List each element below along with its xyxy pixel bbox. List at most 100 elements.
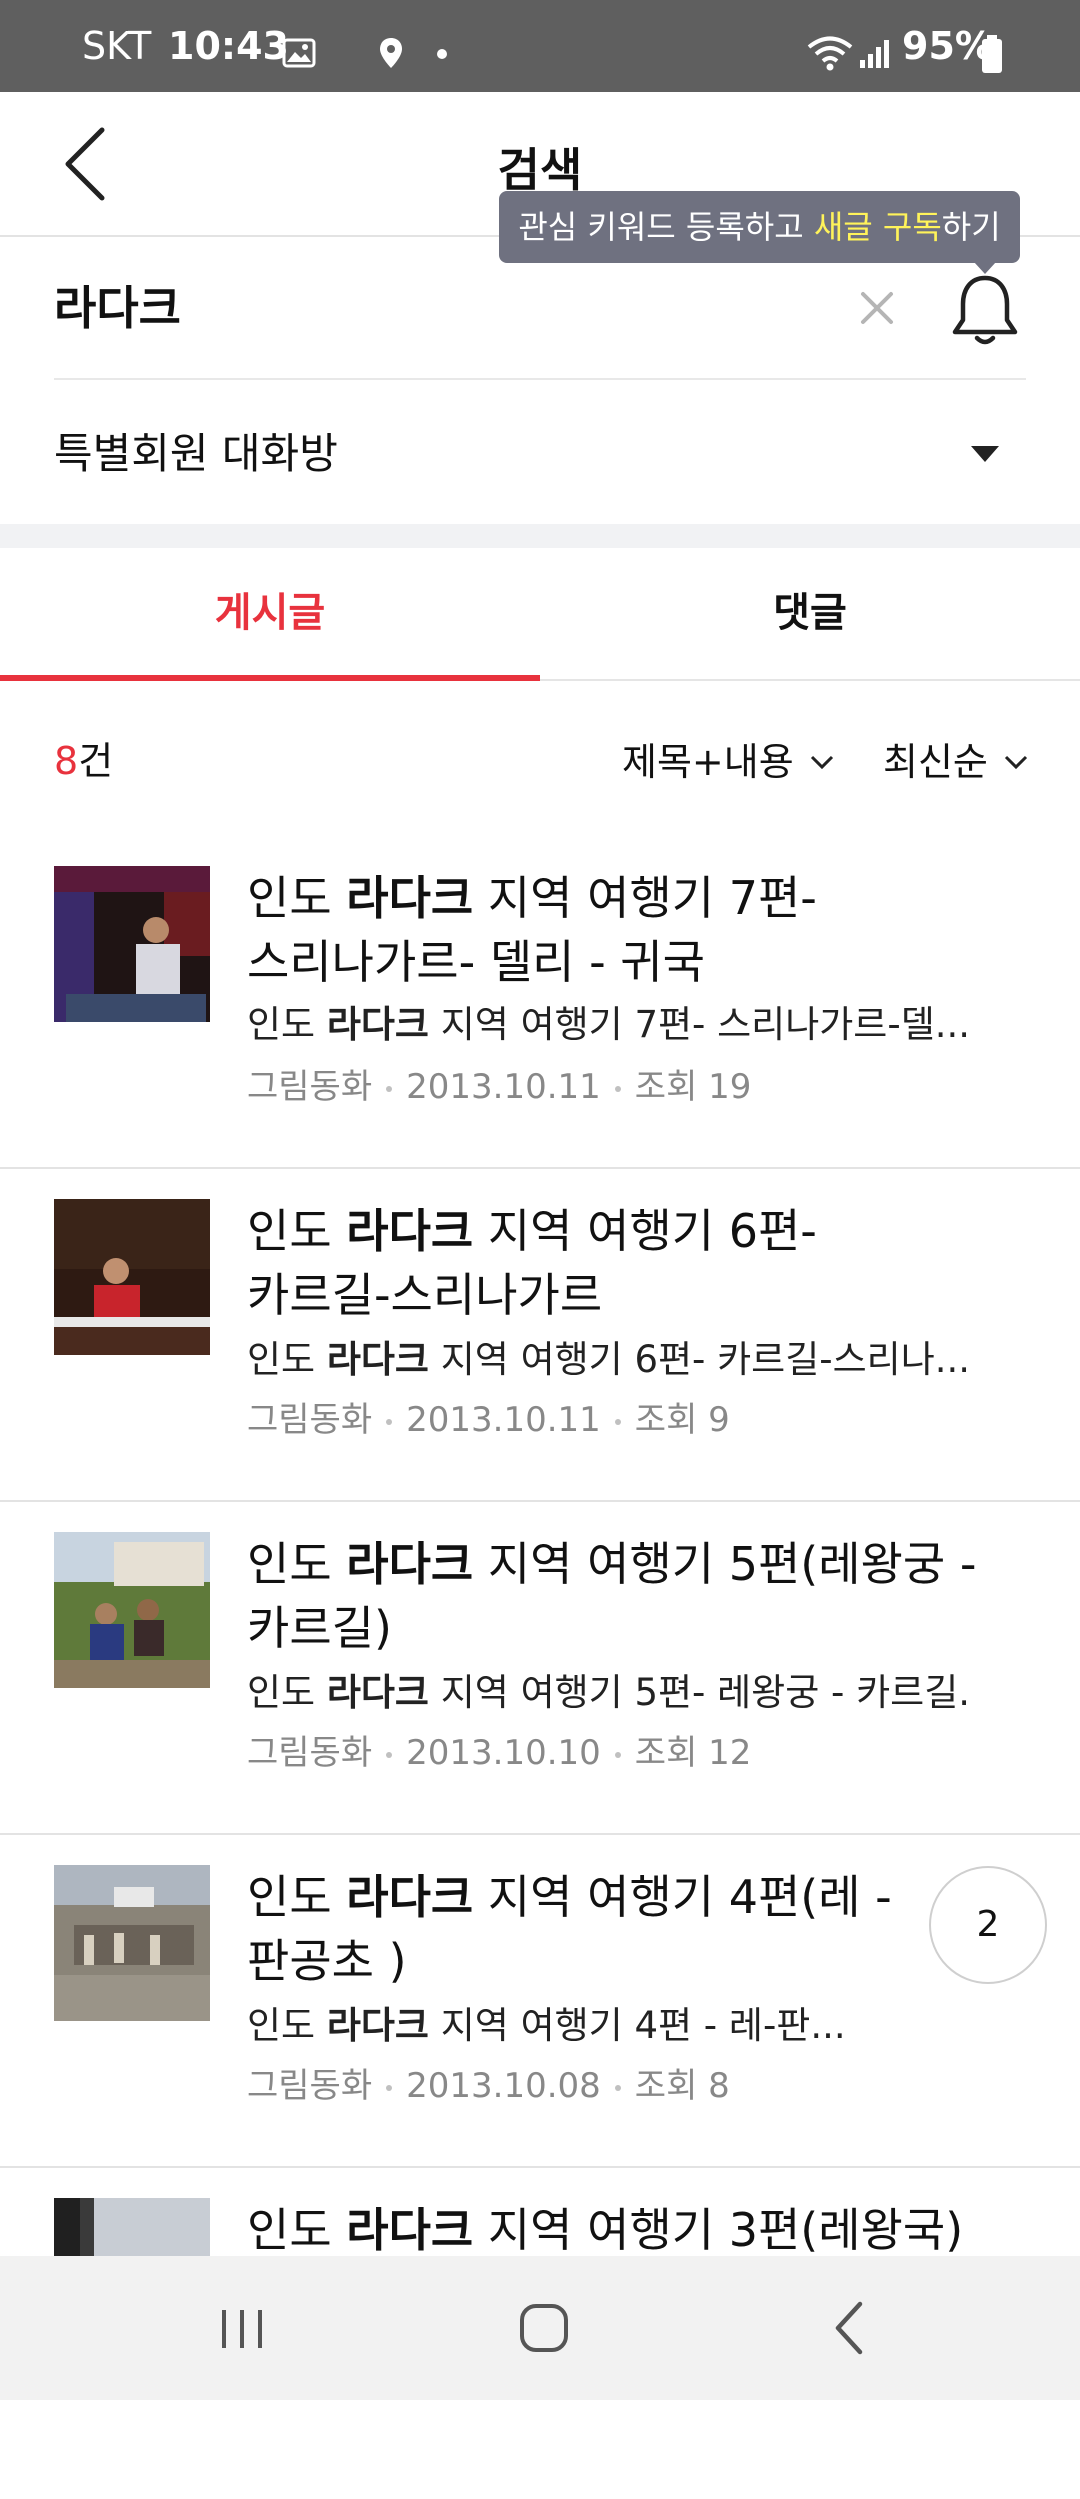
post-item[interactable]: 인도 라다크 지역 여행기 5편(레왕궁 - 카르길) 인도 라다크 지역 여행…	[0, 1500, 1080, 1835]
result-count-suffix: 건	[78, 739, 114, 783]
post-views: 조회 9	[634, 1400, 730, 1440]
tab-bar: 게시글 댓글	[0, 548, 1080, 681]
battery-icon	[982, 35, 1002, 73]
separator-dot	[614, 2084, 621, 2091]
wifi-icon	[807, 36, 853, 71]
title-keyword: 라다크	[346, 1537, 474, 1591]
post-author: 그림동화	[247, 1400, 373, 1440]
post-meta: 그림동화 2013.10.08 조회 8	[247, 2063, 730, 2109]
tab-comments[interactable]: 댓글	[540, 548, 1080, 679]
home-icon[interactable]	[518, 2302, 570, 2354]
title-keyword: 라다크	[346, 1204, 474, 1258]
gallery-icon	[282, 38, 316, 68]
section-gap	[0, 524, 1080, 548]
post-title: 인도 라다크 지역 여행기 7편- 스리나가르- 델리 - 귀국	[247, 866, 997, 994]
snippet-text: 인도	[247, 1671, 327, 1714]
title-text: 인도	[247, 871, 347, 925]
separator-dot	[614, 1085, 621, 1092]
clock: 10:43	[168, 24, 289, 68]
board-filter-label: 특별회원 대화방	[54, 429, 338, 478]
snippet-text: 인도	[247, 1003, 327, 1046]
title-text: 인도	[247, 1204, 347, 1258]
sort-scope-label: 제목+내용	[622, 740, 794, 784]
sort-order-dropdown[interactable]: 최신순	[883, 738, 1028, 786]
post-date: 2013.10.11	[406, 1400, 601, 1440]
snippet-text: 인도	[247, 2004, 327, 2047]
bell-icon[interactable]	[950, 272, 1020, 348]
post-title: 인도 라다크 지역 여행기 4편(레 - 판공초 )	[247, 1865, 997, 1993]
tooltip-text: 관심 키워드 등록하고	[518, 208, 814, 246]
separator-dot	[386, 1085, 393, 1092]
separator-dot	[386, 1751, 393, 1758]
post-snippet: 인도 라다크 지역 여행기 6편- 카르길-스리나...	[247, 1335, 967, 1385]
close-icon[interactable]	[855, 282, 899, 334]
search-query[interactable]: 라다크	[54, 280, 181, 336]
title-text: 인도	[247, 2203, 347, 2257]
snippet-keyword: 라다크	[326, 1003, 429, 1046]
result-count-number: 8	[54, 739, 79, 783]
title-text: 지역 여행기 6편-	[473, 1204, 817, 1258]
snippet-keyword: 라다크	[326, 1671, 429, 1714]
board-filter-dropdown[interactable]: 특별회원 대화방	[0, 400, 1080, 510]
post-thumbnail	[54, 866, 210, 1022]
separator-dot	[386, 2084, 393, 2091]
snippet-text: 인도	[247, 1338, 327, 1381]
post-item[interactable]: 인도 라다크 지역 여행기 7편- 스리나가르- 델리 - 귀국 인도 라다크 …	[0, 834, 1080, 1169]
recent-apps-icon[interactable]	[218, 2306, 266, 2352]
post-meta: 그림동화 2013.10.11 조회 9	[247, 1397, 730, 1443]
carrier-label: SKT	[82, 24, 152, 68]
post-author: 그림동화	[247, 1733, 373, 1773]
snippet-text: 지역 여행기 6편- 카르길-스리나...	[428, 1338, 967, 1381]
post-snippet: 인도 라다크 지역 여행기 4편 - 레-판...	[247, 2001, 967, 2051]
chevron-down-icon	[810, 755, 833, 770]
sort-scope-dropdown[interactable]: 제목+내용	[622, 738, 834, 786]
snippet-text: 지역 여행기 7편- 스리나가르-델...	[428, 1003, 967, 1046]
title-text: 지역 여행기 7편-	[473, 871, 817, 925]
title-text: 지역 여행기 4편(레 -	[473, 1870, 892, 1924]
location-icon	[380, 38, 402, 68]
divider	[54, 378, 1026, 380]
post-meta: 그림동화 2013.10.10 조회 12	[247, 1730, 751, 1776]
title-text: 지역 여행기 5편(레왕궁 -	[473, 1537, 977, 1591]
post-thumbnail	[54, 1865, 210, 2021]
tooltip-arrow	[974, 262, 996, 274]
title-text: 지역 여행기 3편(레왕국)	[473, 2203, 964, 2257]
caret-down-icon	[971, 446, 999, 462]
tooltip-text-end: 하기	[941, 208, 1001, 246]
post-title: 인도 라다크 지역 여행기 6편- 카르길-스리나가르	[247, 1199, 997, 1327]
post-thumbnail	[54, 1532, 210, 1688]
post-item[interactable]: 인도 라다크 지역 여행기 4편(레 - 판공초 ) 인도 라다크 지역 여행기…	[0, 1833, 1080, 2168]
separator-dot	[614, 1751, 621, 1758]
post-snippet: 인도 라다크 지역 여행기 7편- 스리나가르-델...	[247, 1000, 967, 1050]
separator-dot	[614, 1418, 621, 1425]
sort-order-label: 최신순	[883, 740, 988, 784]
snippet-keyword: 라다크	[326, 1338, 429, 1381]
title-keyword: 라다크	[346, 871, 474, 925]
status-bar: SKT 10:43 95%	[0, 0, 1080, 92]
post-views: 조회 12	[634, 1733, 752, 1773]
chevron-down-icon	[1004, 755, 1027, 770]
post-author: 그림동화	[247, 1067, 373, 1107]
tab-posts[interactable]: 게시글	[0, 548, 540, 681]
snippet-text: 지역 여행기 5편- 레왕궁 - 카르길...	[428, 1671, 967, 1714]
post-item[interactable]: 인도 라다크 지역 여행기 6편- 카르길-스리나가르 인도 라다크 지역 여행…	[0, 1167, 1080, 1502]
title-text-line2: 카르길-스리나가르	[247, 1268, 603, 1322]
title-text: 인도	[247, 1870, 347, 1924]
subscribe-tooltip[interactable]: 관심 키워드 등록하고 새글 구독하기	[499, 191, 1020, 263]
separator-dot	[386, 1418, 393, 1425]
title-keyword: 라다크	[346, 2203, 474, 2257]
post-author: 그림동화	[247, 2066, 373, 2106]
post-title: 인도 라다크 지역 여행기 3편(레왕국)	[247, 2198, 997, 2262]
snippet-keyword: 라다크	[326, 2004, 429, 2047]
post-date: 2013.10.11	[406, 1067, 601, 1107]
title-text: 인도	[247, 1537, 347, 1591]
post-date: 2013.10.10	[406, 1733, 601, 1773]
title-text-line2: 스리나가르- 델리 - 귀국	[247, 935, 705, 989]
post-title: 인도 라다크 지역 여행기 5편(레왕궁 - 카르길)	[247, 1532, 997, 1660]
result-count: 8건	[54, 737, 113, 785]
tooltip-highlight: 새글 구독	[813, 208, 942, 246]
comment-count-badge[interactable]: 2	[929, 1866, 1047, 1984]
back-icon[interactable]	[832, 2300, 868, 2356]
title-text-line2: 판공초 )	[247, 1934, 407, 1988]
signal-icon	[860, 40, 889, 68]
